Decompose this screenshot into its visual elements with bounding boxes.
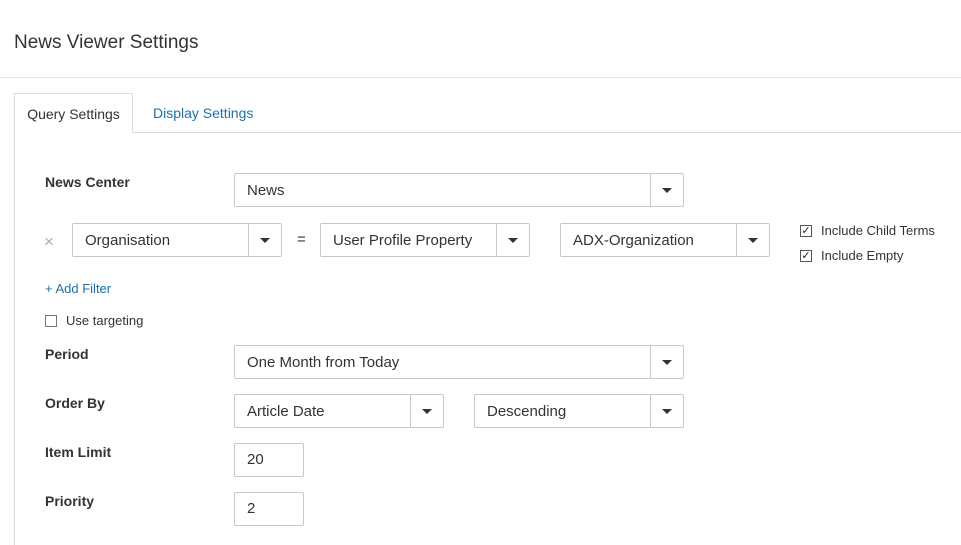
add-filter-link[interactable]: + Add Filter (45, 281, 111, 296)
panel-border (14, 132, 15, 545)
period-select[interactable]: One Month from Today (234, 345, 684, 379)
chevron-down-icon[interactable] (496, 224, 529, 256)
close-icon[interactable]: × (44, 232, 54, 252)
order-by-direction-select[interactable]: Descending (474, 394, 684, 428)
tab-display-settings[interactable]: Display Settings (153, 93, 253, 133)
filter-property-select[interactable]: ADX-Organization (560, 223, 770, 257)
filter-field-value: Organisation (85, 231, 171, 249)
checkbox-icon[interactable] (45, 314, 57, 327)
period-label: Period (45, 346, 89, 362)
page-title: News Viewer Settings (14, 32, 199, 53)
priority-label: Priority (45, 493, 95, 509)
chevron-down-icon[interactable] (248, 224, 281, 256)
filter-field-select[interactable]: Organisation (72, 223, 282, 257)
use-targeting-checkbox[interactable]: Use targeting (45, 313, 143, 328)
chevron-down-icon[interactable] (650, 346, 683, 378)
filter-source-select[interactable]: User Profile Property (320, 223, 530, 257)
include-child-terms-checkbox[interactable]: ✓ Include Child Terms (800, 223, 935, 238)
chevron-down-icon[interactable] (650, 395, 683, 427)
item-limit-label: Item Limit (45, 444, 112, 460)
filter-operator: = (297, 231, 306, 248)
chevron-down-icon[interactable] (410, 395, 443, 427)
news-center-value: News (247, 181, 285, 199)
news-center-label: News Center (45, 174, 130, 190)
chevron-down-icon[interactable] (650, 174, 683, 206)
order-by-direction-value: Descending (487, 402, 567, 420)
tab-query-settings[interactable]: Query Settings (14, 93, 133, 133)
priority-input[interactable]: 2 (234, 492, 304, 526)
filter-property-value: ADX-Organization (573, 231, 694, 249)
filter-source-value: User Profile Property (333, 231, 473, 249)
chevron-down-icon[interactable] (736, 224, 769, 256)
include-empty-checkbox[interactable]: ✓ Include Empty (800, 248, 903, 263)
item-limit-input[interactable]: 20 (234, 443, 304, 477)
checkmark-icon[interactable]: ✓ (800, 224, 812, 237)
include-empty-label: Include Empty (821, 248, 904, 263)
header-divider (0, 77, 961, 78)
include-child-terms-label: Include Child Terms (821, 223, 935, 238)
use-targeting-label: Use targeting (66, 313, 144, 328)
checkmark-icon[interactable]: ✓ (800, 249, 812, 262)
news-center-select[interactable]: News (234, 173, 684, 207)
period-value: One Month from Today (247, 353, 400, 371)
order-by-field-select[interactable]: Article Date (234, 394, 444, 428)
order-by-label: Order By (45, 395, 105, 411)
order-by-field-value: Article Date (247, 402, 325, 420)
